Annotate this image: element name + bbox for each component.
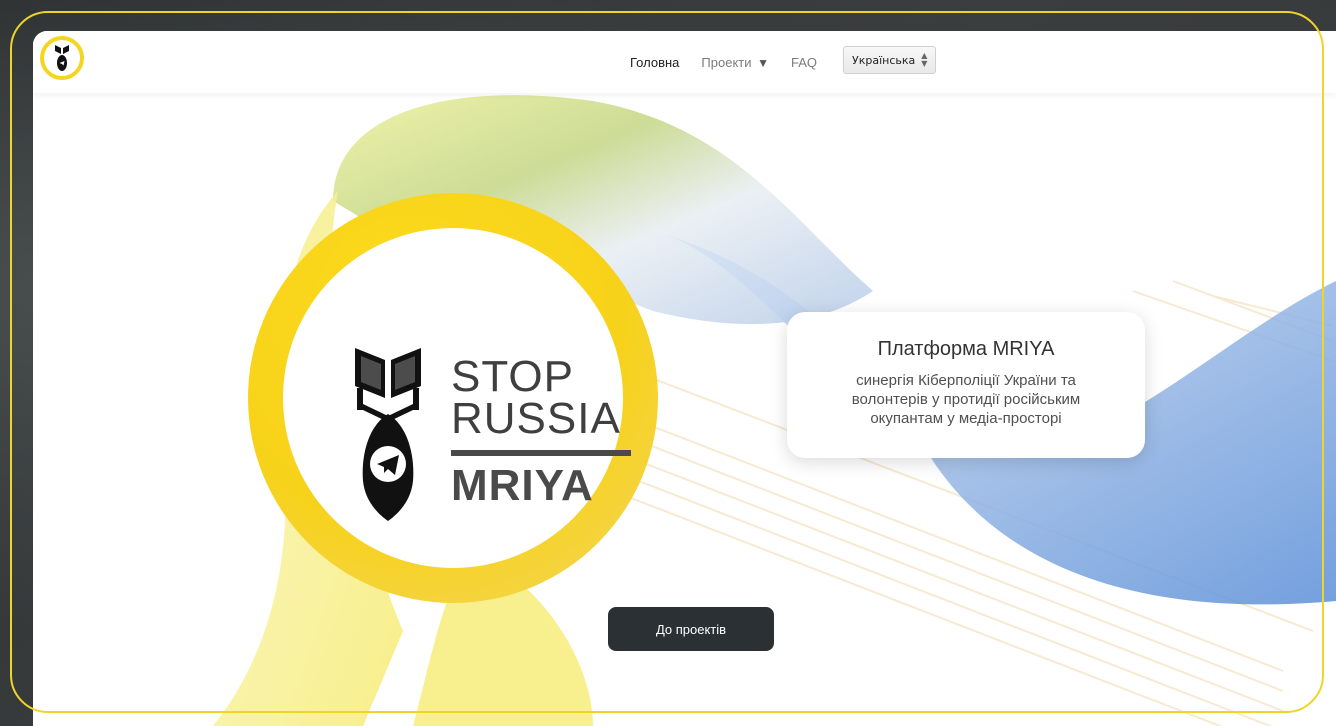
logo-text-mriya: MRIYA [451, 461, 594, 510]
bomb-telegram-logo-icon [55, 45, 69, 71]
platform-info-card: Платформа MRIYA синергія Кіберполіції Ук… [787, 312, 1145, 458]
main-nav: Головна Проекти ▼ FAQ Українська ▲ ▼ [630, 31, 937, 93]
language-select[interactable]: Українська ▲ ▼ [843, 46, 937, 74]
logo-text-stop: STOP [451, 352, 575, 401]
bomb-with-telegram-icon [355, 348, 421, 521]
logo-divider [451, 450, 631, 456]
nav-projects-dropdown[interactable]: Проекти ▼ [701, 55, 769, 70]
to-projects-button[interactable]: До проектів [608, 607, 774, 651]
hero-logo-text: STOP RUSSIA MRIYA [451, 352, 631, 510]
platform-description: синергія Кіберполіції України та волонте… [851, 372, 1081, 427]
nav-faq[interactable]: FAQ [791, 55, 817, 70]
logo-text-russia: RUSSIA [451, 394, 621, 443]
language-selected-label: Українська [852, 53, 916, 67]
select-arrows-icon: ▲ ▼ [921, 51, 928, 68]
dropdown-arrow-icon: ▼ [757, 55, 770, 70]
hero-logo-inner: STOP RUSSIA MRIYA [283, 228, 631, 568]
site-logo[interactable] [40, 36, 84, 80]
nav-home[interactable]: Головна [630, 55, 679, 70]
browser-viewport: Головна Проекти ▼ FAQ Українська ▲ ▼ STO… [33, 31, 1336, 726]
site-header: Головна Проекти ▼ FAQ Українська ▲ ▼ [33, 31, 1336, 93]
platform-title: Платформа MRIYA [877, 338, 1055, 360]
nav-projects-label: Проекти [701, 54, 752, 70]
hero-logo-circle: STOP RUSSIA MRIYA [248, 193, 658, 603]
